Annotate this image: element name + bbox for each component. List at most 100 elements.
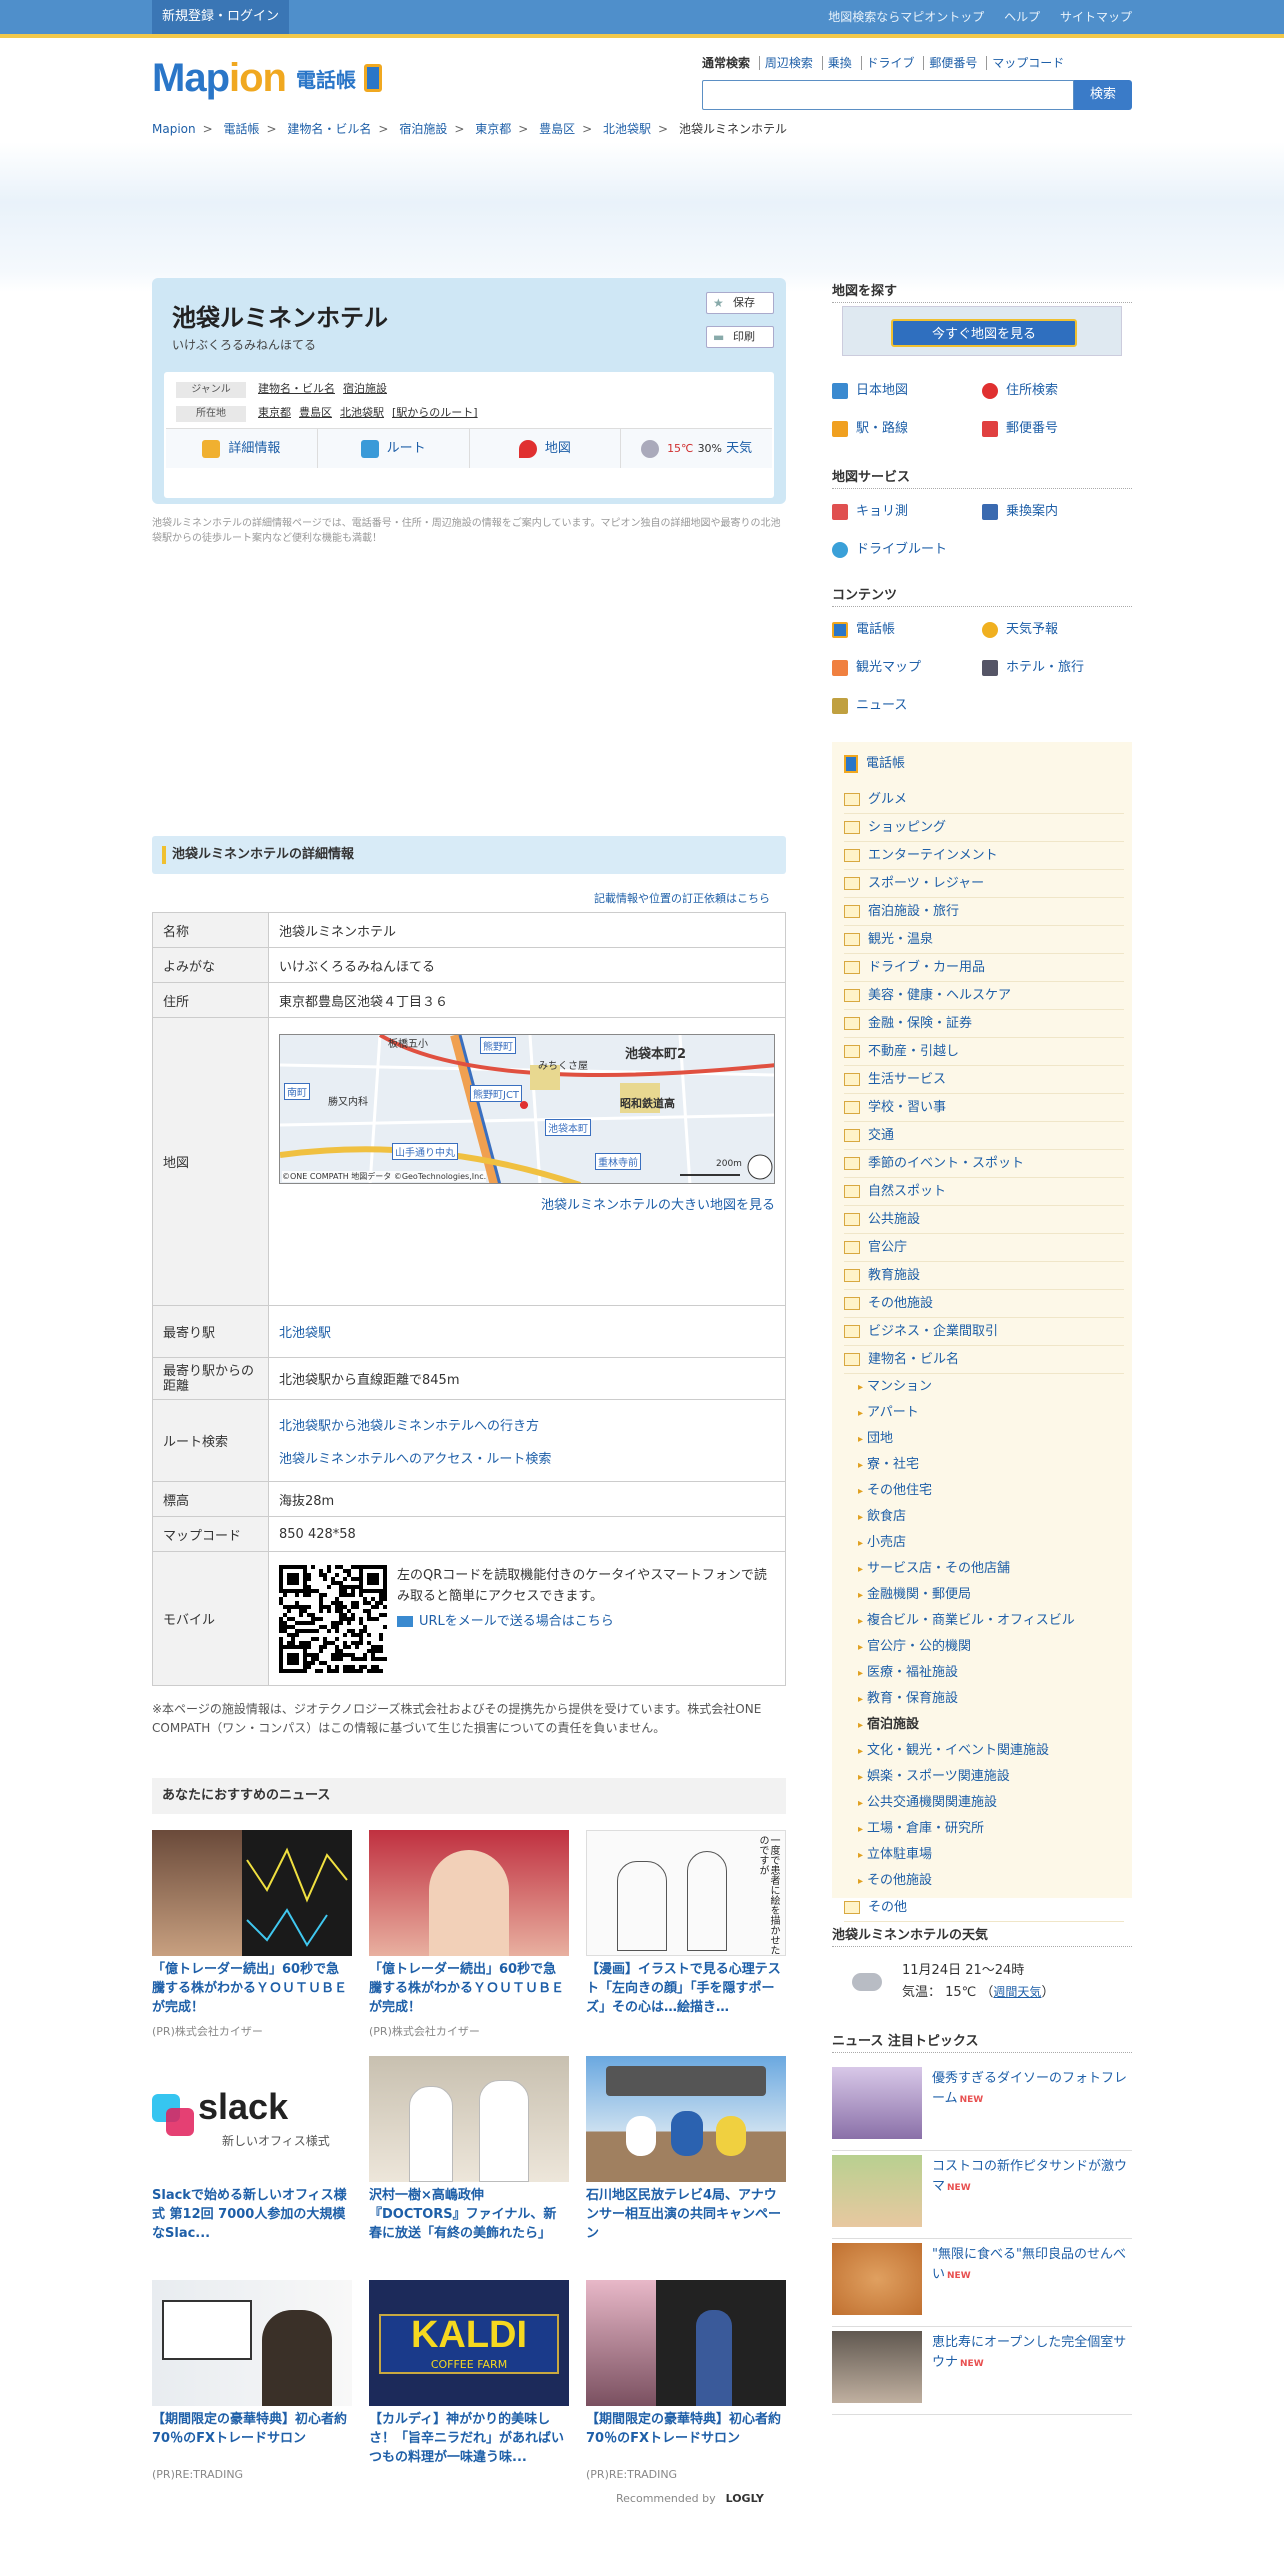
help-link[interactable]: ヘルプ (1004, 10, 1040, 24)
subcategory-item[interactable]: 文化・観光・イベント関連施設 (844, 1738, 1124, 1764)
tab-nearby-search[interactable]: 周辺検索 (758, 56, 818, 70)
station-line-link[interactable]: 駅・路線 (832, 410, 982, 448)
nav-route[interactable]: ルート (316, 429, 469, 468)
breadcrumb-tokyo[interactable]: 東京都 (475, 122, 511, 136)
category-item[interactable]: 季節のイベント・スポット (844, 1150, 1124, 1178)
category-item[interactable]: 交通 (844, 1122, 1124, 1150)
nav-map[interactable]: 地図 (468, 429, 621, 468)
news-item[interactable]: 一度で患者に絵を描かせたのですが 【漫画】イラストで見る心理テスト「左向きの顔」… (586, 1830, 786, 2023)
genre-building-link[interactable]: 建物名・ビル名 (258, 382, 335, 395)
tab-normal-search[interactable]: 通常検索 (702, 56, 755, 70)
category-item[interactable]: 官公庁 (844, 1234, 1124, 1262)
subcategory-item[interactable]: 官公庁・公的機関 (844, 1634, 1124, 1660)
category-item[interactable]: 美容・健康・ヘルスケア (844, 982, 1124, 1010)
area-map[interactable]: 池袋本町2 熊野町JCT 熊野町 昭和鉄道高 池袋本町 山手通り中丸 重林寺前 … (279, 1034, 775, 1184)
category-item[interactable]: その他施設 (844, 1290, 1124, 1318)
breadcrumb-station[interactable]: 北池袋駅 (603, 122, 651, 136)
search-input[interactable] (702, 80, 1074, 110)
mapion-top-link[interactable]: 地図検索ならマピオントップ (828, 10, 984, 24)
category-item[interactable]: エンターテインメント (844, 842, 1124, 870)
route-link-access[interactable]: 池袋ルミネンホテルへのアクセス・ルート検索 (279, 1448, 775, 1467)
breadcrumb-phonebook[interactable]: 電話帳 (224, 122, 260, 136)
category-item[interactable]: 宿泊施設・旅行 (844, 898, 1124, 926)
category-top-link[interactable]: 電話帳 (844, 752, 905, 773)
tab-transfer[interactable]: 乗換 (821, 56, 857, 70)
breadcrumb-lodging[interactable]: 宿泊施設 (399, 122, 447, 136)
subcategory-item[interactable]: 団地 (844, 1426, 1124, 1452)
japan-map-link[interactable]: 日本地図 (832, 372, 982, 410)
news-item[interactable]: 沢村一樹×高嶋政伸『DOCTORS』ファイナル、新春に放送「有終の美飾れたら」 (369, 2056, 569, 2249)
category-item[interactable]: 自然スポット (844, 1178, 1124, 1206)
subcategory-item[interactable]: 医療・福祉施設 (844, 1660, 1124, 1686)
postal-code-link[interactable]: 郵便番号 (982, 410, 1132, 448)
news-item[interactable]: 「億トレーダー続出」60秒で急騰する株がわかるＹＯＵＴＵＢＥが完成！ (PR)株… (152, 1830, 352, 2039)
category-item[interactable]: 不動産・引越し (844, 1038, 1124, 1066)
phonebook-link[interactable]: 電話帳 (832, 611, 982, 649)
tab-mapcode[interactable]: マップコード (986, 56, 1070, 70)
tab-drive[interactable]: ドライブ (860, 56, 920, 70)
route-link-station[interactable]: 北池袋駅から池袋ルミネンホテルへの行き方 (279, 1415, 775, 1434)
news-item[interactable]: 【期間限定の豪華特典】初心者約70％のFXトレードサロン (PR)RE:TRAD… (586, 2280, 786, 2481)
weather-link[interactable]: 天気予報 (982, 611, 1132, 649)
station-route-link[interactable]: [駅からのルート] (392, 406, 478, 419)
map-preview[interactable]: 今すぐ地図を見る (842, 306, 1122, 356)
subcategory-item[interactable]: 金融機関・郵便局 (844, 1582, 1124, 1608)
subcategory-item[interactable]: アパート (844, 1400, 1124, 1426)
news-item[interactable]: KALDI COFFEE FARM 【カルディ】神がかり的美味しさ！「旨辛ニラだ… (369, 2280, 569, 2473)
subcategory-item[interactable]: 寮・社宅 (844, 1452, 1124, 1478)
save-button[interactable]: ★ 保存 (706, 292, 774, 314)
news-item[interactable]: 石川地区民放テレビ4局、アナウンサー相互出演の共同キャンペーン (586, 2056, 786, 2249)
category-item-other[interactable]: その他 (844, 1894, 1124, 1922)
topic-item[interactable]: 優秀すぎるダイソーのフォトフレーム NEW (832, 2063, 1132, 2151)
print-button[interactable]: ▬ 印刷 (706, 326, 774, 348)
news-item[interactable]: 【期間限定の豪華特典】初心者約70％のFXトレードサロン (PR)RE:TRAD… (152, 2280, 352, 2481)
location-station-link[interactable]: 北池袋駅 (340, 406, 384, 419)
tourism-map-link[interactable]: 観光マップ (832, 649, 982, 687)
nav-weather[interactable]: 15℃ 30% 天気 (620, 429, 772, 468)
transfer-link[interactable]: 乗換案内 (982, 493, 1132, 531)
station-link[interactable]: 北池袋駅 (279, 1326, 331, 1341)
subcategory-item[interactable]: 複合ビル・商業ビル・オフィスビル (844, 1608, 1124, 1634)
subcategory-item[interactable]: 公共交通機関関連施設 (844, 1790, 1124, 1816)
subcategory-item[interactable]: 工場・倉庫・研究所 (844, 1816, 1124, 1842)
drive-route-link[interactable]: ドライブルート (832, 531, 982, 569)
nav-detail[interactable]: 詳細情報 (166, 429, 317, 468)
category-item[interactable]: スポーツ・レジャー (844, 870, 1124, 898)
subcategory-item[interactable]: マンション (844, 1374, 1124, 1400)
subcategory-item[interactable]: 小売店 (844, 1530, 1124, 1556)
tab-postal[interactable]: 郵便番号 (923, 56, 983, 70)
topic-item[interactable]: 恵比寿にオープンした完全個室サウナ NEW (832, 2327, 1132, 2415)
category-item[interactable]: 生活サービス (844, 1066, 1124, 1094)
news-item[interactable]: 「億トレーダー続出」60秒で急騰する株がわかるＹＯＵＴＵＢＥが完成！ (PR)株… (369, 1830, 569, 2039)
search-button[interactable]: 検索 (1074, 80, 1132, 110)
big-map-link-text[interactable]: 池袋ルミネンホテルの大きい地図を見る (541, 1198, 775, 1213)
mail-link[interactable]: URLをメールで送る場合はこちら (419, 1614, 614, 1629)
subcategory-item[interactable]: 飲食店 (844, 1504, 1124, 1530)
correction-link[interactable]: 記載情報や位置の訂正依頼はこちら (594, 890, 770, 906)
category-item[interactable]: ビジネス・企業間取引 (844, 1318, 1124, 1346)
sitemap-link[interactable]: サイトマップ (1060, 10, 1132, 24)
genre-lodging-link[interactable]: 宿泊施設 (343, 382, 387, 395)
subcategory-item[interactable]: その他住宅 (844, 1478, 1124, 1504)
location-tokyo-link[interactable]: 東京都 (258, 406, 291, 419)
news-item[interactable]: slack 新しいオフィス様式 Slackで始める新しいオフィス様式 第12回 … (152, 2056, 352, 2249)
subcategory-item[interactable]: 宿泊施設 (844, 1712, 1124, 1738)
view-map-button[interactable]: 今すぐ地図を見る (891, 319, 1077, 347)
mapion-logo[interactable]: Mapion 電話帳 (152, 52, 382, 104)
topic-item[interactable]: "無限に食べる"無印良品のせんべい NEW (832, 2239, 1132, 2327)
subcategory-item[interactable]: サービス店・その他店舗 (844, 1556, 1124, 1582)
category-item[interactable]: グルメ (844, 786, 1124, 814)
topic-item[interactable]: コストコの新作ピタサンドが激ウマ NEW (832, 2151, 1132, 2239)
news-link[interactable]: ニュース (832, 687, 982, 725)
weekly-weather-link[interactable]: 週間天気 (993, 1985, 1041, 1999)
breadcrumb-toshima[interactable]: 豊島区 (539, 122, 575, 136)
subcategory-item[interactable]: 立体駐車場 (844, 1842, 1124, 1868)
breadcrumb-building[interactable]: 建物名・ビル名 (287, 122, 371, 136)
category-item[interactable]: 教育施設 (844, 1262, 1124, 1290)
category-item[interactable]: 金融・保険・証券 (844, 1010, 1124, 1038)
big-map-link[interactable]: 池袋ルミネンホテルの大きい地図を見る (279, 1194, 775, 1213)
subcategory-item[interactable]: 教育・保育施設 (844, 1686, 1124, 1712)
address-search-link[interactable]: 住所検索 (982, 372, 1132, 410)
category-item[interactable]: 観光・温泉 (844, 926, 1124, 954)
distance-link[interactable]: キョリ測 (832, 493, 982, 531)
